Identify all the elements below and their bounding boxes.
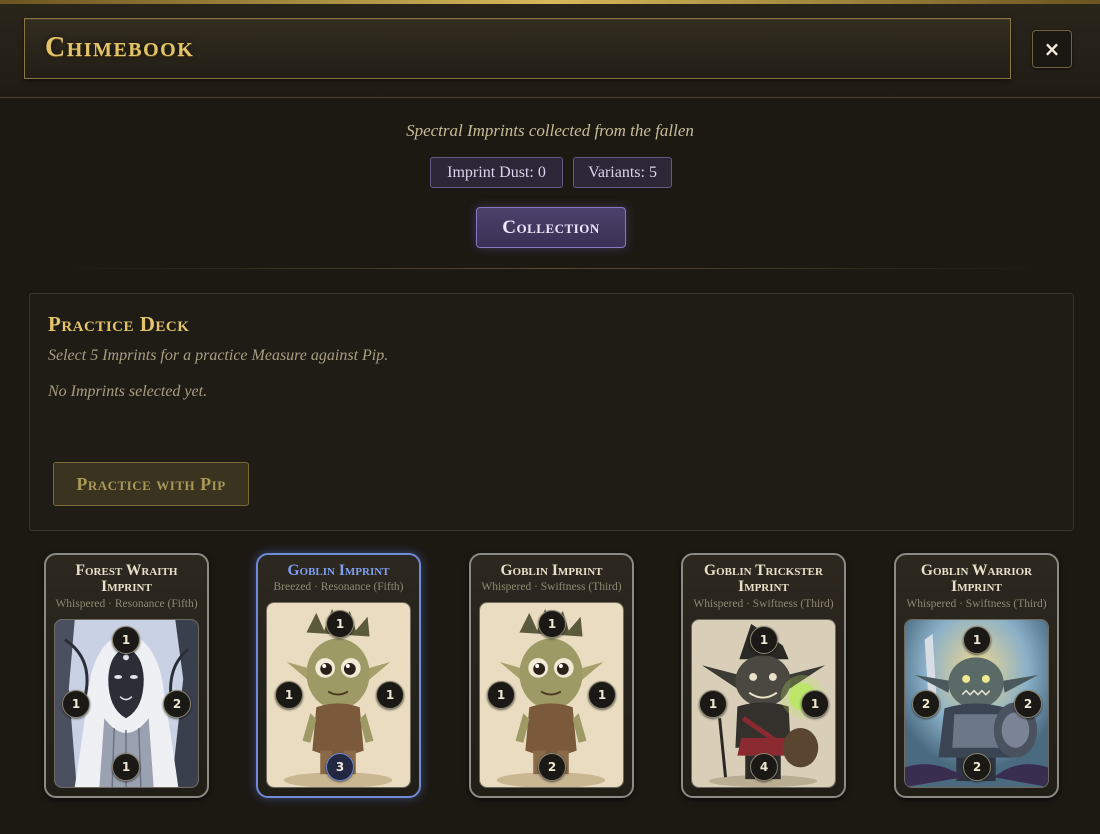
card-stat-bottom: 4 bbox=[750, 753, 778, 781]
card-stat-right: 2 bbox=[163, 690, 191, 718]
card-stat-bottom: 2 bbox=[963, 753, 991, 781]
imprint-card-goblin[interactable]: Goblin Imprint Whispered · Swiftness (Th… bbox=[469, 553, 634, 798]
section-divider bbox=[60, 268, 1040, 269]
card-subtitle: Whispered · Resonance (Fifth) bbox=[55, 598, 198, 610]
imprint-card-forest-wraith[interactable]: Forest Wraith Imprint Whispered · Resona… bbox=[44, 553, 209, 798]
card-stat-right: 1 bbox=[588, 681, 616, 709]
card-name: Goblin Imprint bbox=[287, 562, 390, 579]
imprint-card-goblin-selected[interactable]: Goblin Imprint Breezed · Resonance (Fift… bbox=[256, 553, 421, 798]
card-subtitle: Breezed · Resonance (Fifth) bbox=[273, 581, 404, 593]
card-name: Goblin Trickster Imprint bbox=[704, 562, 823, 595]
window-header: Chimebook × bbox=[0, 4, 1100, 98]
card-subtitle: Whispered · Swiftness (Third) bbox=[906, 598, 1047, 610]
imprint-card-goblin-warrior[interactable]: Goblin Warrior Imprint Whispered · Swift… bbox=[894, 553, 1059, 798]
card-stat-left: 1 bbox=[699, 690, 727, 718]
card-name: Goblin Imprint bbox=[500, 562, 603, 579]
card-stat-bottom: 1 bbox=[112, 753, 140, 781]
practice-with-pip-button[interactable]: Practice with Pip bbox=[53, 462, 249, 506]
card-stat-left: 2 bbox=[912, 690, 940, 718]
imprint-dust-badge: Imprint Dust: 0 bbox=[430, 157, 563, 188]
card-stat-right: 1 bbox=[801, 690, 829, 718]
card-stat-top: 1 bbox=[750, 626, 778, 654]
collection-subtitle: Spectral Imprints collected from the fal… bbox=[406, 121, 694, 140]
card-stat-right: 1 bbox=[376, 681, 404, 709]
card-stat-left: 1 bbox=[487, 681, 515, 709]
card-stat-bottom: 3 bbox=[326, 753, 354, 781]
practice-deck-empty-text: No Imprints selected yet. bbox=[48, 383, 208, 400]
title-banner: Chimebook bbox=[24, 18, 1011, 79]
collection-button[interactable]: Collection bbox=[476, 207, 626, 248]
card-stat-top: 1 bbox=[112, 626, 140, 654]
card-subtitle: Whispered · Swiftness (Third) bbox=[693, 598, 834, 610]
close-button[interactable]: × bbox=[1032, 30, 1072, 68]
card-subtitle: Whispered · Swiftness (Third) bbox=[481, 581, 622, 593]
card-name: Goblin Warrior Imprint bbox=[920, 562, 1033, 595]
card-name: Forest Wraith Imprint bbox=[75, 562, 178, 595]
window-title: Chimebook bbox=[45, 32, 195, 63]
practice-deck-description: Select 5 Imprints for a practice Measure… bbox=[48, 347, 389, 364]
card-stat-top: 1 bbox=[963, 626, 991, 654]
card-stat-left: 1 bbox=[62, 690, 90, 718]
card-stat-left: 1 bbox=[275, 681, 303, 709]
imprint-card-goblin-trickster[interactable]: Goblin Trickster Imprint Whispered · Swi… bbox=[681, 553, 846, 798]
practice-deck-panel: Practice Deck Select 5 Imprints for a pr… bbox=[29, 293, 1074, 531]
card-stat-top: 1 bbox=[538, 610, 566, 638]
card-stat-right: 2 bbox=[1014, 690, 1042, 718]
card-stat-bottom: 2 bbox=[538, 753, 566, 781]
variants-badge: Variants: 5 bbox=[573, 157, 672, 188]
card-stat-top: 1 bbox=[326, 610, 354, 638]
practice-deck-title: Practice Deck bbox=[48, 312, 190, 336]
